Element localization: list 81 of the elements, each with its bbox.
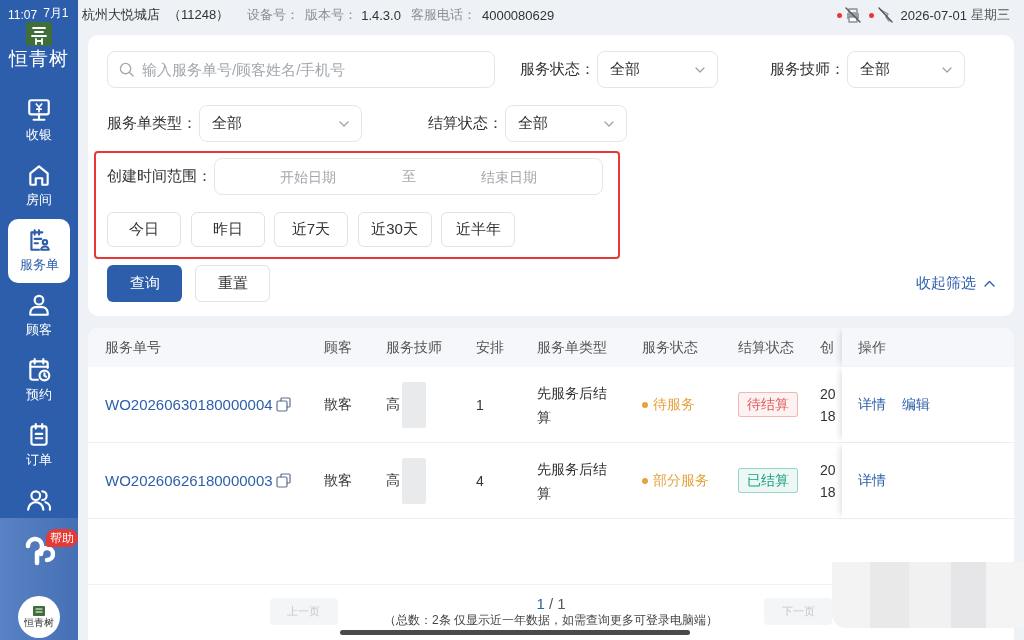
query-button[interactable]: 查询	[107, 265, 182, 302]
table-cell-text: 先服务后结算	[537, 459, 608, 503]
app-logo[interactable]: 恒青树	[18, 596, 60, 638]
table-cell-text: 先服务后结算	[537, 383, 608, 427]
logo-icon	[26, 22, 52, 46]
nav-item[interactable]: 预约	[8, 349, 70, 413]
action-link[interactable]: 详情	[858, 395, 886, 414]
date-text: 2026-07-01	[900, 7, 967, 23]
nav-item[interactable]: 房间	[8, 154, 70, 218]
table-cell: 1	[476, 396, 484, 413]
select-field[interactable]: 全部	[847, 51, 965, 88]
table-cell: 高	[386, 471, 400, 490]
brand-name: 恒青树	[9, 47, 69, 71]
person-icon	[26, 292, 52, 318]
version-number: 1.4.3.0	[361, 7, 401, 23]
store-code: （11248）	[168, 6, 230, 24]
chevron-down-icon	[604, 120, 614, 127]
filter-label: 结算状态：	[428, 114, 503, 133]
table-cell: 4	[476, 472, 484, 489]
quick-range-button[interactable]: 近半年	[441, 212, 515, 247]
select-field[interactable]: 全部	[505, 105, 627, 142]
hotline-number: 4000080629	[481, 7, 555, 23]
range-separator: 至	[401, 167, 416, 186]
quick-range-button[interactable]: 近7天	[274, 212, 348, 247]
table-cell: 散客	[324, 471, 352, 490]
weekday-text: 星期三	[971, 6, 1010, 24]
printer-off-icon	[844, 7, 861, 23]
version-label: 版本号：	[305, 6, 358, 24]
nav-item[interactable]: 订单	[8, 414, 70, 478]
store-name: 杭州大悦城店	[82, 6, 160, 24]
column-header: 操作	[842, 328, 1014, 367]
monitor-icon	[26, 97, 52, 123]
hotline-label: 客服电话：	[410, 6, 476, 24]
copy-icon[interactable]	[275, 397, 291, 412]
collapse-filters-button[interactable]: 收起筛选	[916, 274, 995, 293]
table-cell: 高	[386, 395, 400, 414]
house-icon	[26, 162, 52, 188]
chevron-down-icon	[695, 66, 705, 73]
status-text: 部分服务	[653, 471, 709, 490]
pagination-note: （总数：2条 仅显示近一年数据，如需查询更多可登录电脑端）	[384, 613, 718, 627]
quick-range-button[interactable]: 昨日	[190, 212, 265, 247]
table-cell-text: 20 18	[820, 384, 836, 426]
calendar-clock-icon	[26, 357, 52, 383]
action-link[interactable]: 详情	[858, 471, 886, 490]
nav-item[interactable]: 收银	[8, 89, 70, 153]
filter-label: 服务状态：	[520, 60, 595, 79]
logo-icon	[33, 605, 45, 616]
search-field[interactable]: 输入服务单号/顾客姓名/手机号	[107, 51, 495, 88]
select-field[interactable]: 全部	[597, 51, 718, 88]
status-text: 待服务	[653, 395, 695, 414]
quick-range-button[interactable]: 近30天	[357, 212, 432, 247]
select-field[interactable]: 全部	[199, 105, 362, 142]
quick-range-button[interactable]: 今日	[107, 212, 181, 247]
table-cell: 散客	[324, 395, 352, 414]
clock-time: 11:07	[8, 8, 38, 22]
filter-label: 服务技师：	[770, 60, 845, 79]
start-date-field[interactable]: 开始日期	[215, 168, 402, 185]
end-date-field[interactable]: 结束日期	[415, 168, 602, 185]
table-cell-text: 20 18	[820, 460, 836, 502]
status-tag: 待结算	[738, 392, 798, 417]
device-off-icon	[876, 7, 893, 23]
chevron-down-icon	[339, 120, 349, 127]
chevron-up-icon	[984, 280, 995, 287]
copy-icon[interactable]	[275, 473, 291, 488]
status-tag: 已结算	[738, 468, 798, 493]
search-icon	[119, 62, 134, 77]
help-badge: 帮助	[46, 529, 78, 547]
action-link[interactable]: 编辑	[902, 395, 930, 414]
page-indicator: 1 / 1	[536, 595, 566, 613]
nav-item[interactable]: 顾客	[8, 284, 70, 348]
filter-label: 创建时间范围：	[107, 167, 212, 186]
order-number-link[interactable]: WO20260630180000004	[105, 396, 273, 413]
order-number-link[interactable]: WO20260626180000003	[105, 472, 273, 489]
nav-item[interactable]: 服务单	[8, 219, 70, 283]
chevron-down-icon	[942, 66, 952, 73]
device-label: 设备号：	[247, 6, 300, 24]
filter-label: 服务单类型：	[107, 114, 197, 133]
reset-button[interactable]: 重置	[195, 265, 270, 302]
people-icon	[26, 487, 52, 513]
status-date: 7月1	[43, 5, 69, 22]
logo-text: 恒青树	[24, 616, 54, 629]
